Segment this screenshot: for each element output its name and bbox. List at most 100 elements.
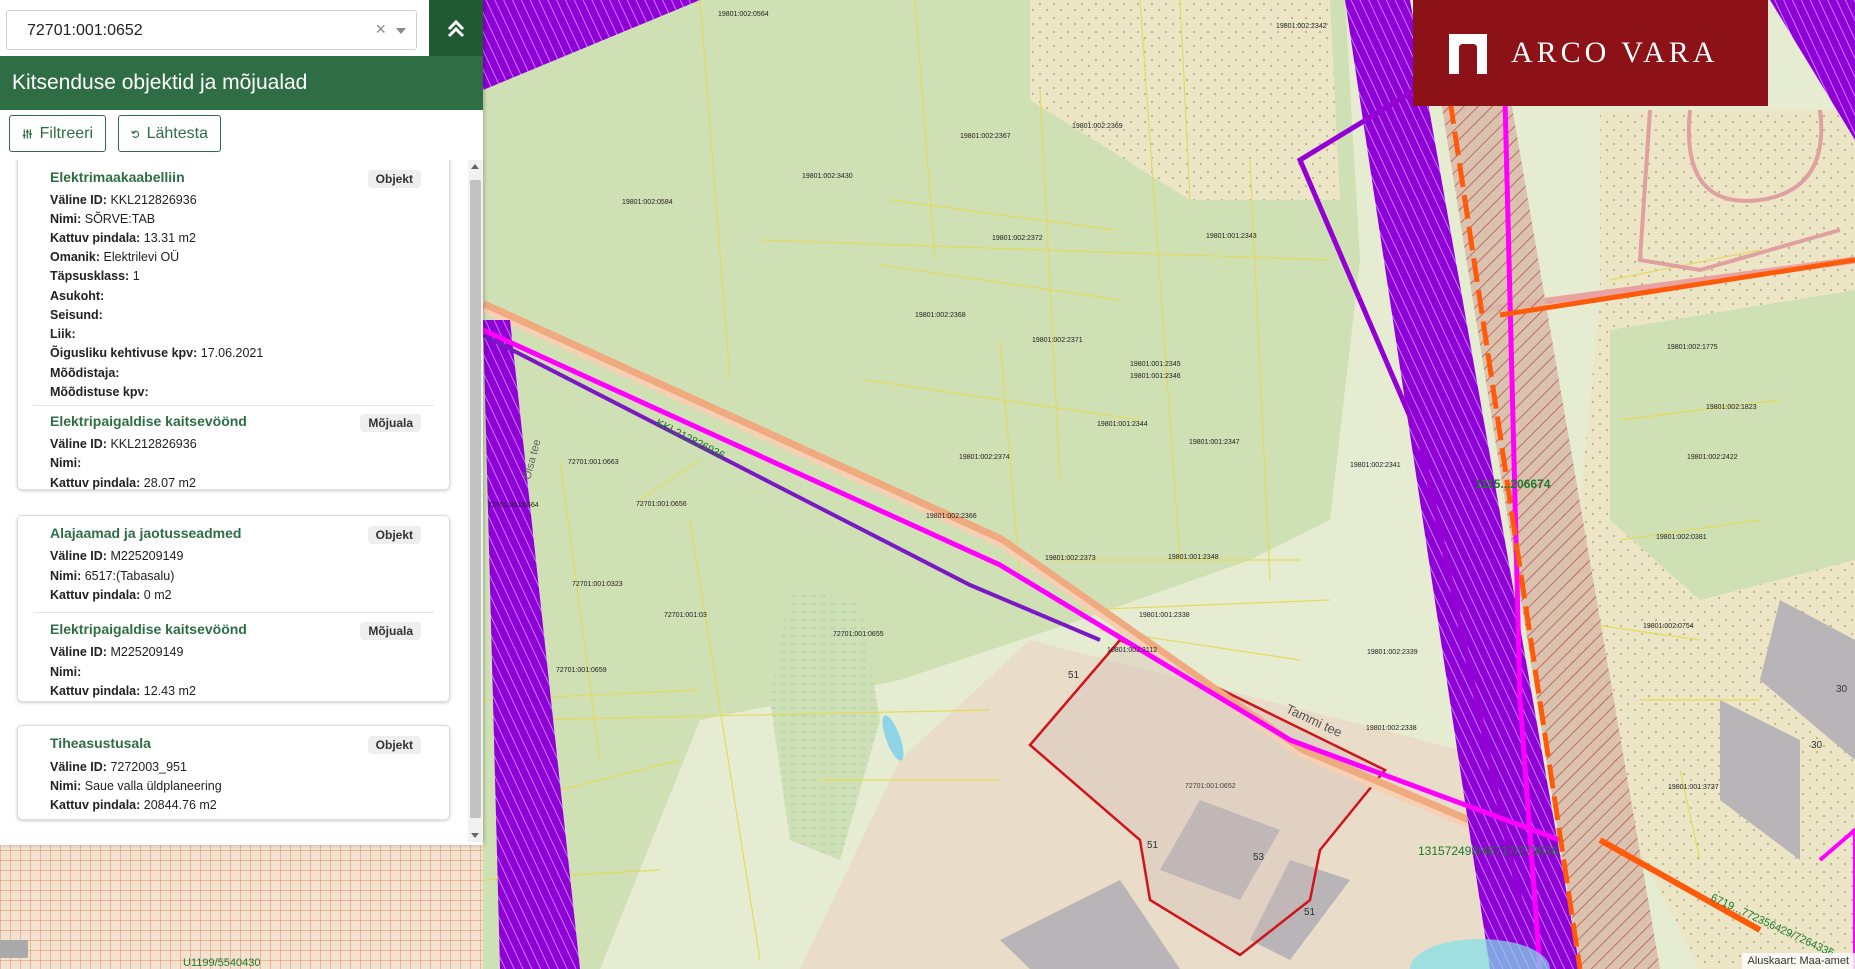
row-name: Nimi: SÕRVE:TAB [50,212,156,226]
row-area: Kattuv pindala: 12.43 m2 [50,684,196,698]
parcel-label: 19801:001:2344 [1097,421,1148,428]
row-area: Kattuv pindala: 0 m2 [50,588,172,602]
parcel-label: 19801:002:2367 [960,133,1011,140]
row-kind: Liik: [50,327,76,341]
parcel-label: 19801:002:1823 [1706,404,1757,411]
parcel-label: 19801:002:0564 [718,11,769,18]
parcel-label: 10801:002:2112 [1107,647,1157,654]
parcel-label: 19801:001:2343 [1206,233,1257,240]
clear-icon[interactable]: × [375,20,386,38]
parcel-label: 19801:001:2348 [1168,554,1219,561]
parcel-label: 19801:002:2342 [1276,23,1327,30]
logo-text: ARCO VARA [1511,36,1719,69]
sliders-icon [22,128,32,139]
scrollbar[interactable] [468,160,483,842]
building-number-label: 51 [1147,840,1159,851]
parcel-label: 19801:001:2346 [1130,373,1181,380]
row-area: Kattuv pindala: 28.07 m2 [50,476,196,490]
orange-hatched-area [0,845,483,969]
panel-toolbar: Filtreeri Lähtesta [0,110,483,160]
row-external-id: Väline ID: M225209149 [50,645,184,659]
entry-title: Elektripaigaldise kaitsevöönd [50,413,247,429]
selected-parcel-label: 72701:001:0652 [1185,783,1236,790]
entry-title: Elektripaigaldise kaitsevöönd [50,621,247,637]
parcel-label: 19801:002:0381 [1656,534,1707,541]
parcel-label: 19801:002:1775 [1667,344,1718,351]
parcel-label: 19801:001:2338 [1139,612,1190,619]
results-list[interactable]: Elektrimaakaabelliin Objekt Väline ID: K… [0,160,468,842]
entry-title: Alajaamad ja jaotusseadmed [50,525,242,541]
row-name: Nimi: Saue valla üldplaneering [50,779,222,793]
parcel-label: 19801:001:3737 [1668,784,1719,791]
parcel-label: 72701:001:0323 [572,581,623,588]
scroll-down-icon[interactable] [471,833,479,838]
row-legal-date: Õigusliku kehtivuse kpv: 17.06.2021 [50,346,264,360]
parcel-label: 19801:002:2374 [959,454,1010,461]
side-panel: 72701:001:0652 × Kitsenduse objektid ja … [0,0,483,845]
search-input[interactable]: 72701:001:0652 [27,22,143,40]
row-external-id: Väline ID: KKL212826936 [50,193,197,207]
row-survey-date: Mõõdistuse kpv: [50,385,149,399]
panel-title: Kitsenduse objektid ja mõjualad [0,56,483,110]
row-external-id: Väline ID: 7272003_951 [50,760,187,774]
parcel-label: 19801:002:2372 [992,235,1043,242]
parcel-label: 72701:001:0664 [488,502,539,509]
collapse-panel-button[interactable] [429,0,483,56]
parcel-label: 19801:002:0754 [1643,623,1694,630]
double-chevron-up-icon [447,19,465,38]
result-card: Tiheasustusala Objekt Väline ID: 7272003… [17,725,450,820]
row-surveyor: Mõõdistaja: [50,366,120,380]
scroll-thumb[interactable] [470,180,481,818]
type-badge: Mõjuala [360,414,421,432]
map-control-handle[interactable] [0,940,28,958]
type-badge: Objekt [367,736,421,754]
filter-button-label: Filtreeri [39,124,93,142]
parcel-label: 72701:001:03 [664,612,707,619]
parcel-label: 72701:001:0655 [833,631,884,638]
logo-mark-icon [1449,34,1487,74]
line-label-2: 131572493/46717/273636 [1418,844,1558,858]
type-badge: Objekt [367,526,421,544]
parcel-label: 72701:001:0659 [556,667,607,674]
parcel-label: 19801:001:2347 [1189,439,1240,446]
building-number-label: 51 [1304,907,1316,918]
parcel-label: 19801:002:0584 [622,199,673,206]
brand-logo: ARCO VARA [1413,0,1768,106]
row-status: Seisund: [50,308,103,322]
search-field[interactable]: 72701:001:0652 × [6,10,417,50]
scroll-up-icon[interactable] [471,164,479,169]
bottom-id-label: U1199/5540430 [183,957,260,969]
chevron-down-icon[interactable] [396,28,406,34]
building-number-label: 30 [1811,740,1823,751]
building-number-label: 30 [1836,684,1848,695]
parcel-label: 19801:002:2373 [1045,555,1096,562]
reset-button-label: Lähtesta [146,124,208,142]
type-badge: Mõjuala [360,622,421,640]
parcel-label: 19801:002:2339 [1367,649,1418,656]
map-attribution: Aluskaart: Maa-amet [1741,953,1855,969]
parcel-label: 19801:002:3430 [802,173,853,180]
parcel-label: 72701:001:0663 [568,459,619,466]
parcel-label: 19801:002:2341 [1350,462,1401,469]
parcel-label: 19801:001:2345 [1130,361,1181,368]
row-location: Asukoht: [50,289,105,303]
building-number-label: 53 [1253,852,1265,863]
type-badge: Objekt [367,170,421,188]
row-accuracy: Täpsusklass: 1 [50,269,140,283]
entry-title: Elektrimaakaabelliin [50,169,185,185]
reset-button[interactable]: Lähtesta [118,115,221,152]
parcel-label: 19801:002:2368 [915,312,966,319]
parcel-label: 19801:002:2366 [926,513,977,520]
parcel-label: 19801:002:2369 [1072,123,1123,130]
row-name: Nimi: 6517:(Tabasalu) [50,569,175,583]
parcel-label: 19801:002:2371 [1032,337,1083,344]
row-name: Nimi: [50,665,82,679]
undo-icon [131,130,140,138]
row-area: Kattuv pindala: 13.31 m2 [50,231,196,245]
building-number-label: 51 [1068,670,1080,681]
parcel-label: 19801:002:2422 [1687,454,1738,461]
filter-button[interactable]: Filtreeri [9,115,106,152]
row-area: Kattuv pindala: 20844.76 m2 [50,798,217,812]
row-external-id: Väline ID: M225209149 [50,549,184,563]
line-label-1: 1115...206674 [1475,477,1551,491]
